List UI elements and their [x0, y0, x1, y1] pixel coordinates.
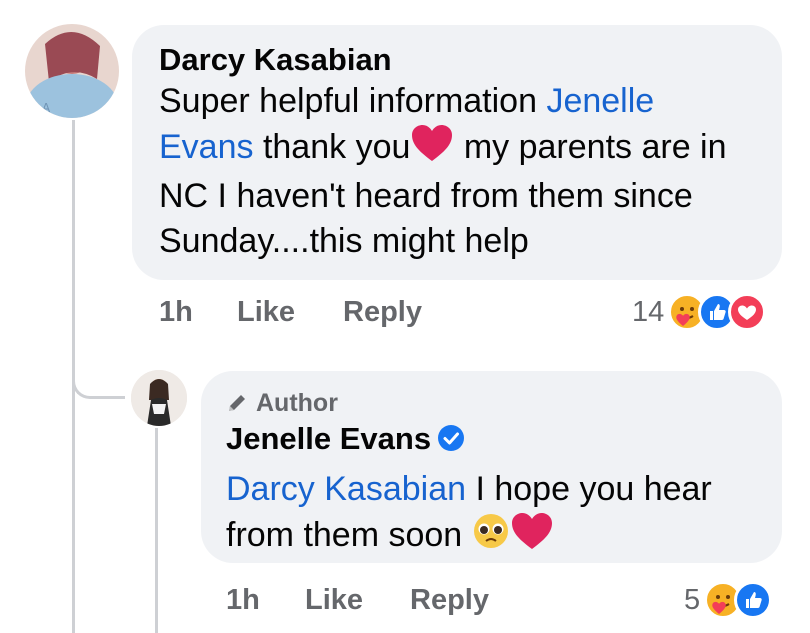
like-button[interactable]: Like: [237, 296, 295, 329]
comment-text-segment: my parents are in: [454, 128, 727, 166]
thread-line-connector: [72, 370, 125, 399]
comment-line-1: Super helpful information Jenelle: [159, 79, 727, 124]
comment-line-4: Sunday....this might help: [159, 222, 529, 260]
comment-timestamp[interactable]: 1h: [159, 296, 193, 329]
mention-link-jenelle[interactable]: Jenelle: [546, 82, 654, 120]
reply-button[interactable]: Reply: [343, 296, 422, 329]
pencil-icon: [226, 392, 248, 414]
reply-line-1: Darcy Kasabian I hope you hear: [226, 467, 712, 512]
reaction-count: 5: [684, 583, 701, 616]
reply-text-segment: from them soon: [226, 516, 472, 554]
comment-bubble: Darcy Kasabian Super helpful information…: [132, 25, 782, 280]
reply-timestamp[interactable]: 1h: [226, 584, 260, 617]
reply-bubble: Author Jenelle Evans Darcy Kasabian I ho…: [201, 371, 782, 563]
comment-reactions[interactable]: 14: [632, 292, 767, 332]
reply-author-name-row: Jenelle Evans: [226, 420, 712, 461]
comment-text-segment: Super helpful information: [159, 82, 547, 120]
commenter-avatar[interactable]: LA: [25, 24, 119, 118]
reply-reactions[interactable]: 5: [684, 580, 773, 620]
comment-text: Super helpful information Jenelle Evans …: [159, 79, 727, 264]
red-heart-emoji-icon: [510, 512, 554, 562]
reply-text-segment: I hope you hear: [466, 470, 712, 508]
comment-text-segment: thank you: [253, 128, 411, 166]
comment-line-2: Evans thank you my parents are in: [159, 124, 727, 174]
like-icon: [734, 581, 773, 619]
mention-link-darcy[interactable]: Darcy Kasabian: [226, 470, 466, 508]
reaction-count: 14: [632, 295, 665, 328]
red-heart-emoji-icon: [410, 124, 454, 174]
reply-author-avatar[interactable]: [131, 370, 187, 426]
like-button[interactable]: Like: [305, 584, 363, 617]
reply-line-2: from them soon: [226, 512, 712, 562]
reply-button[interactable]: Reply: [410, 584, 489, 617]
svg-text:LA: LA: [35, 101, 51, 115]
pleading-face-emoji-icon: [472, 512, 510, 562]
author-badge: Author: [226, 388, 712, 418]
comment-line-3: NC I haven't heard from them since: [159, 177, 693, 215]
reply-author-name[interactable]: Jenelle Evans: [226, 421, 431, 456]
author-badge-label: Author: [256, 388, 338, 417]
mention-link-evans[interactable]: Evans: [159, 128, 254, 166]
comment-author-name[interactable]: Darcy Kasabian: [159, 41, 727, 79]
reply-text: Darcy Kasabian I hope you hear from them…: [226, 467, 712, 562]
love-icon: [728, 293, 767, 331]
verified-badge-icon: [437, 423, 465, 461]
